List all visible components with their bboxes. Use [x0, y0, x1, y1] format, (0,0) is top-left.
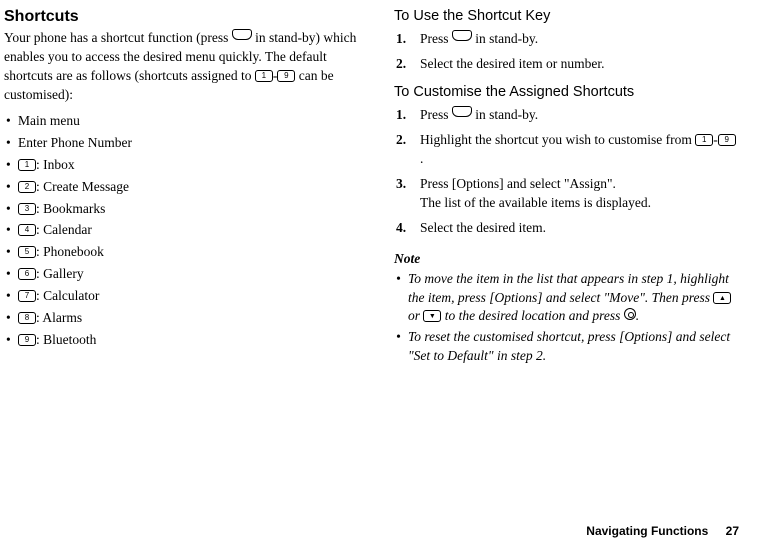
item-label: : Alarms	[36, 310, 82, 325]
key-1-icon: 1	[695, 134, 713, 146]
key-1-icon: 1	[255, 70, 273, 82]
step-text: Press	[420, 107, 452, 122]
shortcuts-heading: Shortcuts	[4, 6, 364, 28]
page-footer: Navigating Functions 27	[586, 523, 739, 540]
key-4-icon: 4	[18, 224, 36, 236]
item-label: : Create Message	[36, 179, 129, 194]
list-item: 4: Calendar	[6, 221, 364, 240]
item-label: : Bluetooth	[36, 332, 96, 347]
key-7-icon: 7	[18, 290, 36, 302]
shortcut-key-icon	[232, 29, 252, 40]
step-item: 3. Press [Options] and select "Assign". …	[396, 175, 739, 213]
list-item: 3: Bookmarks	[6, 200, 364, 219]
key-1-icon: 1	[18, 159, 36, 171]
right-column: To Use the Shortcut Key 1. Press in stan…	[394, 6, 739, 368]
customise-steps: 1. Press in stand-by. 2. Highlight the s…	[394, 106, 739, 237]
item-label: Main menu	[18, 113, 80, 128]
step-number: 1.	[396, 30, 406, 49]
use-shortcut-steps: 1. Press in stand-by. 2. Select the desi…	[394, 30, 739, 74]
intro-text-1: Your phone has a shortcut function (pres…	[4, 30, 232, 45]
shortcuts-list: Main menu Enter Phone Number 1: Inbox 2:…	[4, 112, 364, 350]
note-text: To reset the customised shortcut, press …	[408, 329, 730, 363]
note-item: To move the item in the list that appear…	[396, 270, 739, 327]
document-page: Shortcuts Your phone has a shortcut func…	[0, 0, 767, 368]
item-label: : Inbox	[36, 157, 75, 172]
note-text: .	[636, 308, 639, 323]
key-9-icon: 9	[277, 70, 295, 82]
list-item: Main menu	[6, 112, 364, 131]
list-item: 6: Gallery	[6, 265, 364, 284]
step-number: 4.	[396, 219, 406, 238]
shortcuts-intro: Your phone has a shortcut function (pres…	[4, 29, 364, 105]
step-item: 1. Press in stand-by.	[396, 30, 739, 49]
down-arrow-icon	[423, 310, 441, 322]
key-6-icon: 6	[18, 268, 36, 280]
step-number: 3.	[396, 175, 406, 194]
shortcut-key-icon	[452, 106, 472, 117]
note-text: To move the item in the list that appear…	[408, 271, 729, 305]
step-text: Press	[420, 31, 452, 46]
shortcut-key-icon	[452, 30, 472, 41]
step-item: 2. Highlight the shortcut you wish to cu…	[396, 131, 739, 169]
item-label: : Calculator	[36, 288, 99, 303]
list-item: Enter Phone Number	[6, 134, 364, 153]
step-text: Select the desired item or number.	[420, 56, 604, 71]
step-number: 2.	[396, 55, 406, 74]
list-item: 9: Bluetooth	[6, 331, 364, 350]
step-item: 1. Press in stand-by.	[396, 106, 739, 125]
note-heading: Note	[394, 250, 739, 269]
key-3-icon: 3	[18, 203, 36, 215]
list-item: 1: Inbox	[6, 156, 364, 175]
step-text: Highlight the shortcut you wish to custo…	[420, 132, 695, 147]
step-number: 2.	[396, 131, 406, 150]
note-item: To reset the customised shortcut, press …	[396, 328, 739, 366]
list-item: 5: Phonebook	[6, 243, 364, 262]
step-item: 2. Select the desired item or number.	[396, 55, 739, 74]
step-item: 4. Select the desired item.	[396, 219, 739, 238]
key-8-icon: 8	[18, 312, 36, 324]
step-text: .	[420, 151, 423, 166]
customise-heading: To Customise the Assigned Shortcuts	[394, 82, 739, 102]
note-list: To move the item in the list that appear…	[394, 270, 739, 366]
note-text: to the desired location and press	[441, 308, 623, 323]
step-text: in stand-by.	[472, 31, 538, 46]
step-text: The list of the available items is displ…	[420, 195, 651, 210]
footer-page-number: 27	[726, 524, 739, 538]
item-label: Enter Phone Number	[18, 135, 132, 150]
use-shortcut-heading: To Use the Shortcut Key	[394, 6, 739, 26]
key-5-icon: 5	[18, 246, 36, 258]
key-9-icon: 9	[18, 334, 36, 346]
key-9-icon: 9	[718, 134, 736, 146]
list-item: 7: Calculator	[6, 287, 364, 306]
item-label: : Phonebook	[36, 244, 104, 259]
left-column: Shortcuts Your phone has a shortcut func…	[4, 6, 364, 368]
item-label: : Gallery	[36, 266, 84, 281]
step-number: 1.	[396, 106, 406, 125]
list-item: 8: Alarms	[6, 309, 364, 328]
ok-button-icon	[624, 308, 636, 320]
list-item: 2: Create Message	[6, 178, 364, 197]
item-label: : Bookmarks	[36, 201, 105, 216]
key-2-icon: 2	[18, 181, 36, 193]
step-text: in stand-by.	[472, 107, 538, 122]
up-arrow-icon	[713, 292, 731, 304]
footer-title: Navigating Functions	[586, 524, 708, 538]
note-text: or	[408, 308, 423, 323]
step-text: Select the desired item.	[420, 220, 546, 235]
step-text: Press [Options] and select "Assign".	[420, 176, 616, 191]
item-label: : Calendar	[36, 222, 92, 237]
